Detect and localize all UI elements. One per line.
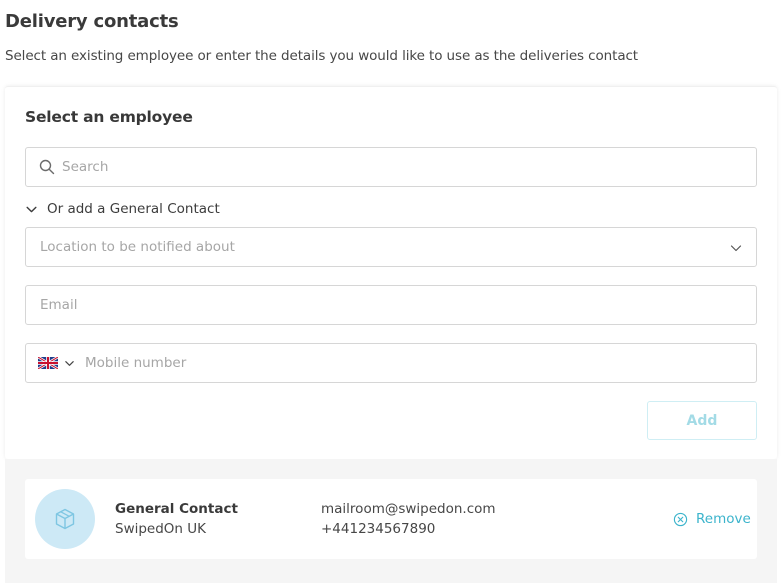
location-placeholder: Location to be notified about — [40, 239, 235, 255]
employee-select-card: Select an employee Search Or add a Gener… — [5, 86, 777, 459]
search-placeholder: Search — [62, 159, 109, 175]
remove-circle-x-icon — [673, 512, 688, 526]
remove-label: Remove — [696, 511, 751, 527]
add-button[interactable]: Add — [647, 401, 757, 440]
package-icon — [55, 508, 75, 530]
contact-item: General Contact SwipedOn UK mailroom@swi… — [25, 479, 757, 559]
chevron-down-icon — [730, 245, 742, 252]
email-placeholder: Email — [40, 297, 78, 313]
page-title: Delivery contacts — [5, 11, 179, 32]
mobile-number-placeholder: Mobile number — [85, 355, 187, 371]
chevron-down-icon — [26, 206, 37, 212]
search-icon — [39, 159, 55, 175]
contact-phone: +441234567890 — [321, 521, 436, 537]
page-subtitle: Select an existing employee or enter the… — [5, 48, 639, 64]
mobile-number-field[interactable]: Mobile number — [25, 343, 757, 383]
location-select[interactable]: Location to be notified about — [25, 227, 757, 267]
uk-flag-icon[interactable] — [38, 357, 58, 369]
remove-button[interactable]: Remove — [673, 510, 751, 528]
contact-email: mailroom@swipedon.com — [321, 501, 496, 517]
contacts-list: General Contact SwipedOn UK mailroom@swi… — [5, 459, 777, 583]
card-title: Select an employee — [25, 108, 193, 126]
email-field[interactable]: Email — [25, 285, 757, 325]
contact-organization: SwipedOn UK — [115, 521, 207, 537]
contact-name: General Contact — [115, 501, 238, 517]
avatar — [35, 489, 95, 549]
general-contact-toggle[interactable]: Or add a General Contact — [25, 200, 220, 218]
country-chevron-down-icon[interactable] — [64, 358, 75, 369]
general-contact-toggle-label: Or add a General Contact — [47, 201, 220, 217]
search-input[interactable]: Search — [25, 147, 757, 187]
